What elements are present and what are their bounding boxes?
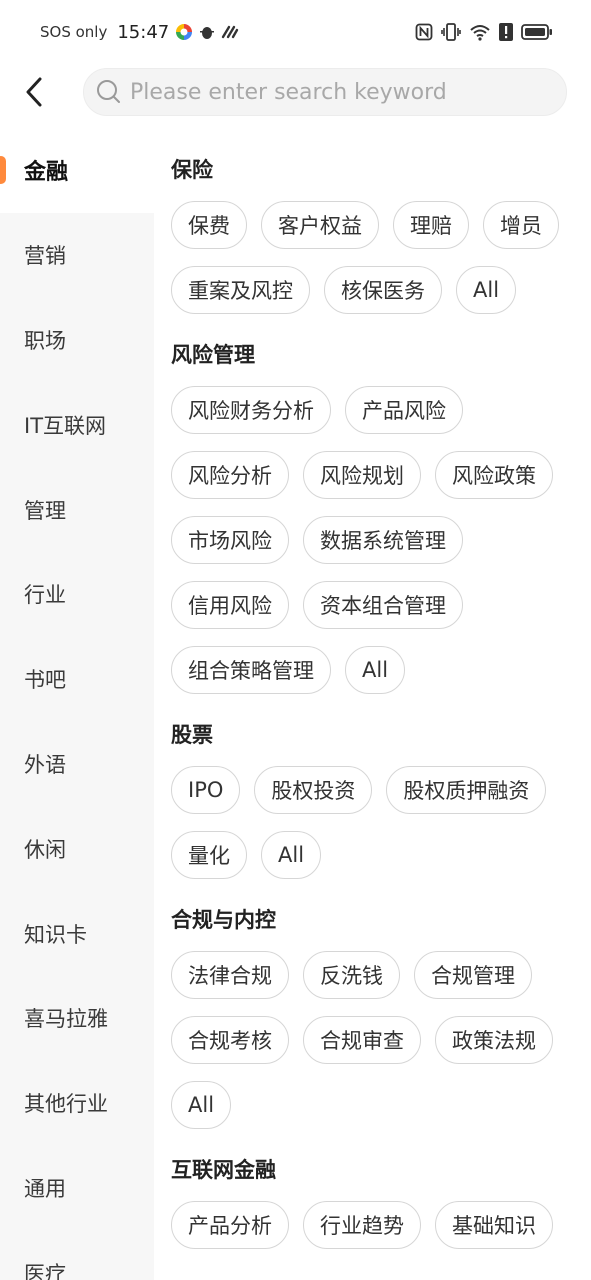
search-input[interactable] bbox=[130, 79, 550, 105]
all-tag-button[interactable]: All bbox=[345, 646, 406, 694]
search-box[interactable] bbox=[83, 68, 567, 116]
search-header bbox=[0, 64, 591, 122]
tag-chip[interactable]: 合规考核 bbox=[171, 1016, 289, 1064]
all-tag-button[interactable]: All bbox=[171, 1081, 232, 1129]
tag-chip[interactable]: 政策法规 bbox=[435, 1016, 553, 1064]
tag-chip[interactable]: 合规管理 bbox=[414, 951, 532, 999]
back-button[interactable] bbox=[14, 72, 54, 112]
category-sidebar: 金融营销职场 IT互联网管理行业书吧外语休闲知识卡喜马拉雅其他行业通用医疗 bbox=[0, 128, 154, 1280]
tag-chip[interactable]: IPO bbox=[171, 766, 241, 814]
sidebar-item-label: 职场 bbox=[24, 328, 66, 353]
section-title: 股票 bbox=[171, 723, 213, 747]
section-title: 互联网金融 bbox=[171, 1158, 276, 1182]
tag-chip[interactable]: 法律合规 bbox=[171, 951, 289, 999]
tag-chip[interactable]: 信用风险 bbox=[171, 581, 289, 629]
sidebar-item-4[interactable]: 管理 bbox=[0, 467, 154, 552]
nfc-icon bbox=[415, 23, 433, 41]
sidebar-item-6[interactable]: 书吧 bbox=[0, 637, 154, 722]
sidebar-item-label: 休闲 bbox=[24, 837, 66, 862]
tag-list: 产品分析 行业趋势 基础知识 bbox=[171, 1201, 591, 1249]
sidebar-item-3[interactable]: IT互联网 bbox=[0, 382, 154, 467]
category-section: 保险保费 客户权益 理赔 增员重案及风控 核保医务 All bbox=[171, 155, 591, 314]
sidebar-item-label: 书吧 bbox=[24, 668, 66, 693]
chevron-left-icon bbox=[26, 77, 42, 107]
active-indicator bbox=[0, 156, 6, 184]
sidebar-item-label: IT互联网 bbox=[24, 413, 107, 438]
tag-chip[interactable]: 量化 bbox=[171, 831, 247, 879]
category-section: 股票 IPO 股权投资 股权质押融资量化 All bbox=[171, 720, 591, 879]
status-left: SOS only 15:47 bbox=[40, 22, 239, 43]
tag-chip[interactable]: 增员 bbox=[483, 201, 559, 249]
sidebar-item-label: 管理 bbox=[24, 498, 66, 523]
tag-list: 风险财务分析 产品风险风险分析 风险规划 风险政策市场风险 数据系统管理 信用风险 资本组合… bbox=[171, 386, 591, 694]
carrier-text: SOS only bbox=[40, 23, 108, 41]
tag-chip[interactable]: 资本组合管理 bbox=[303, 581, 463, 629]
tag-list: 法律合规 反洗钱 合规管理合规考核 合规审查 政策法规 All bbox=[171, 951, 591, 1129]
sidebar-item-label: 金融 bbox=[24, 160, 69, 186]
category-section: 互联网金融产品分析 行业趋势 基础知识 bbox=[171, 1155, 591, 1249]
sidebar-item-13[interactable]: 医疗 bbox=[0, 1230, 154, 1280]
sidebar-item-label: 通用 bbox=[24, 1176, 66, 1201]
link-icon bbox=[221, 25, 239, 39]
status-right bbox=[415, 23, 553, 41]
sidebar-item-label: 外语 bbox=[24, 752, 66, 777]
sidebar-item-12[interactable]: 通用 bbox=[0, 1146, 154, 1231]
sidebar-item-2[interactable]: 职场 bbox=[0, 298, 154, 383]
all-tag-button[interactable]: All bbox=[261, 831, 322, 879]
tag-chip[interactable]: 风险财务分析 bbox=[171, 386, 331, 434]
sidebar-item-0[interactable]: 金融 bbox=[0, 128, 154, 213]
sidebar-item-8[interactable]: 休闲 bbox=[0, 806, 154, 891]
tag-chip[interactable]: 行业趋势 bbox=[303, 1201, 421, 1249]
sidebar-item-11[interactable]: 其他行业 bbox=[0, 1061, 154, 1146]
category-section: 合规与内控法律合规 反洗钱 合规管理合规考核 合规审查 政策法规 All bbox=[171, 905, 591, 1129]
tag-chip[interactable]: 风险分析 bbox=[171, 451, 289, 499]
tag-chip[interactable]: 合规审查 bbox=[303, 1016, 421, 1064]
tag-chip[interactable]: 客户权益 bbox=[261, 201, 379, 249]
sidebar-item-7[interactable]: 外语 bbox=[0, 722, 154, 807]
clock-time: 15:47 bbox=[117, 21, 170, 43]
sidebar-item-label: 其他行业 bbox=[24, 1092, 108, 1117]
tag-chip[interactable]: 股权投资 bbox=[254, 766, 373, 814]
tag-chip[interactable]: 理赔 bbox=[393, 201, 469, 249]
section-title: 合规与内控 bbox=[171, 908, 276, 932]
sidebar-item-5[interactable]: 行业 bbox=[0, 552, 154, 637]
tag-content: 保险 保费 客户权益 理赔 增员 重案及风控 核保医务 All 风险管理 风险财务分析 产品风险 风险… bbox=[154, 128, 591, 1280]
vibrate-icon bbox=[441, 23, 461, 41]
bug-icon bbox=[199, 24, 215, 40]
tag-chip[interactable]: 股权质押融资 bbox=[386, 766, 547, 814]
sidebar-item-label: 营销 bbox=[24, 244, 66, 269]
wifi-icon bbox=[469, 23, 491, 41]
tag-chip[interactable]: 核保医务 bbox=[324, 266, 442, 314]
sidebar-item-1[interactable]: 营销 bbox=[0, 213, 154, 298]
sidebar-item-9[interactable]: 知识卡 bbox=[0, 891, 154, 976]
tag-chip[interactable]: 产品风险 bbox=[345, 386, 463, 434]
tag-chip[interactable]: 基础知识 bbox=[435, 1201, 553, 1249]
sidebar-item-label: 知识卡 bbox=[24, 922, 87, 947]
app-logo-icon bbox=[175, 23, 193, 41]
tag-chip[interactable]: 风险规划 bbox=[303, 451, 421, 499]
sidebar-item-label: 医疗 bbox=[24, 1261, 66, 1280]
tag-chip[interactable]: 组合策略管理 bbox=[171, 646, 331, 694]
tag-list: 保费 客户权益 理赔 增员重案及风控 核保医务 All bbox=[171, 201, 591, 314]
sidebar-item-10[interactable]: 喜马拉雅 bbox=[0, 976, 154, 1061]
section-title: 风险管理 bbox=[171, 343, 255, 367]
tag-chip[interactable]: 反洗钱 bbox=[303, 951, 400, 999]
tag-list: IPO 股权投资 股权质押融资量化 All bbox=[171, 766, 591, 879]
tag-chip[interactable]: 保费 bbox=[171, 201, 247, 249]
tag-chip[interactable]: 市场风险 bbox=[171, 516, 289, 564]
sidebar-item-label: 行业 bbox=[24, 583, 66, 608]
tag-chip[interactable]: 风险政策 bbox=[435, 451, 553, 499]
search-icon bbox=[97, 80, 120, 103]
battery-icon bbox=[521, 23, 553, 41]
section-title: 保险 bbox=[171, 158, 213, 182]
category-section: 风险管理风险财务分析 产品风险风险分析 风险规划 风险政策市场风险 数据系统管理 信用风险… bbox=[171, 340, 591, 694]
all-tag-button[interactable]: All bbox=[456, 266, 517, 314]
tag-chip[interactable]: 产品分析 bbox=[171, 1201, 289, 1249]
tag-chip[interactable]: 重案及风控 bbox=[171, 266, 310, 314]
sidebar-item-label: 喜马拉雅 bbox=[24, 1007, 108, 1032]
tag-chip[interactable]: 数据系统管理 bbox=[303, 516, 463, 564]
alert-icon bbox=[499, 23, 513, 41]
status-bar: SOS only 15:47 bbox=[0, 0, 591, 64]
